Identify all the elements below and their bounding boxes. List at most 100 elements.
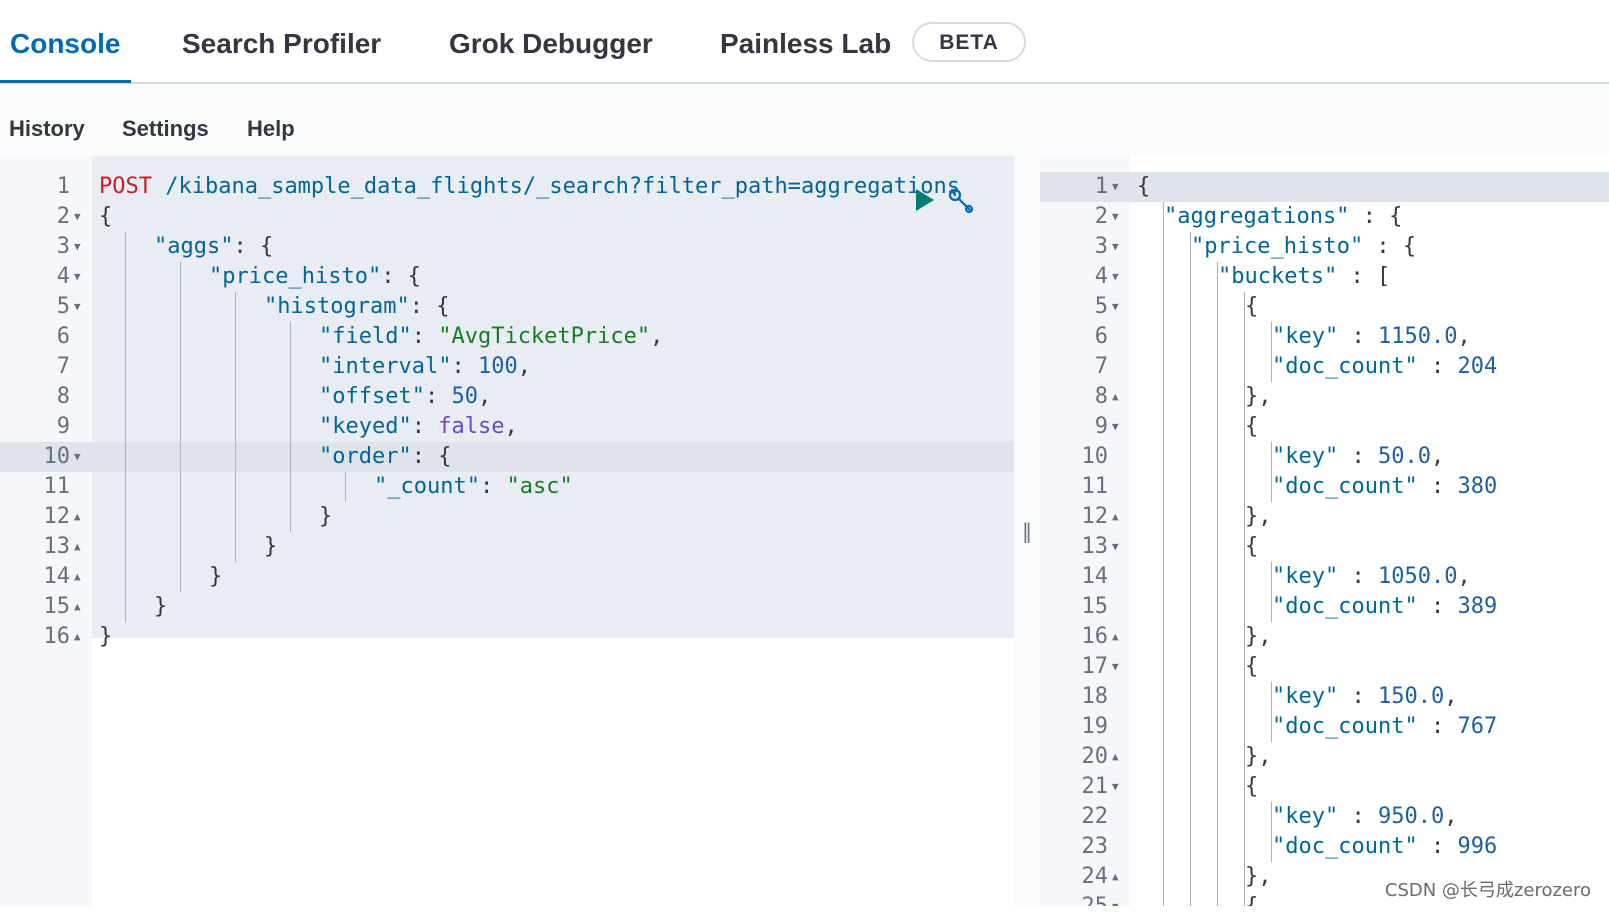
beta-badge: BETA (912, 22, 1026, 62)
fold-down-icon[interactable]: ▼ (1112, 232, 1119, 262)
code-token: : { (233, 234, 274, 259)
indent-guide (1163, 712, 1164, 742)
fold-up-icon[interactable]: ▲ (1112, 502, 1119, 532)
code-line: 4 ▼ "buckets" : [ (1040, 262, 1609, 292)
request-editor[interactable]: 1 POST /kibana_sample_data_flights/_searc… (0, 156, 1014, 906)
indent-guide (1163, 622, 1164, 652)
response-editor[interactable]: 1 ▼{2 ▼ "aggregations" : {3 ▼ "price_histo" :… (1040, 156, 1609, 906)
fold-down-icon[interactable]: ▼ (74, 262, 81, 292)
line-number: 2 (56, 204, 70, 229)
fold-up-icon[interactable]: ▲ (1112, 862, 1119, 892)
fold-down-icon[interactable]: ▼ (74, 202, 81, 232)
line-number: 4 (56, 264, 70, 289)
code-text: } (154, 592, 167, 622)
code-token: , (477, 384, 492, 409)
indent-guide (1190, 412, 1191, 442)
fold-up-icon[interactable]: ▲ (74, 562, 81, 592)
resize-handle-icon[interactable]: ‖ (1021, 518, 1033, 544)
fold-down-icon[interactable]: ▼ (74, 442, 81, 472)
fold-up-icon[interactable]: ▲ (1112, 382, 1119, 412)
fold-up-icon[interactable]: ▲ (74, 532, 81, 562)
indent-guide (125, 382, 126, 412)
code-token: }, (1245, 864, 1272, 889)
code-text: "price_histo" : { (1191, 232, 1416, 262)
fold-down-icon[interactable]: ▼ (1112, 412, 1119, 442)
tab-search-profiler[interactable]: Search Profiler (182, 0, 381, 84)
code-token: , (1444, 804, 1458, 829)
line-number: 11 (43, 474, 71, 499)
fold-down-icon[interactable]: ▼ (1112, 262, 1119, 292)
code-line: 13 ▲} (0, 532, 1014, 562)
code-token: "doc_count" (1272, 474, 1418, 499)
history-link[interactable]: History (9, 116, 85, 142)
pane-resizer[interactable]: ‖ (1014, 156, 1040, 906)
indent-guide (235, 352, 236, 382)
indent-guide (1244, 442, 1245, 472)
fold-down-icon[interactable]: ▼ (1112, 172, 1119, 202)
fold-down-icon[interactable]: ▼ (1112, 532, 1119, 562)
fold-down-icon[interactable]: ▼ (74, 292, 81, 322)
fold-up-icon[interactable]: ▲ (1112, 742, 1119, 772)
indent-guide (1190, 592, 1191, 622)
code-text: "doc_count" : 767 (1272, 712, 1497, 742)
code-line: 7 "doc_count" : 204 (1040, 352, 1609, 382)
line-number: 7 (1094, 354, 1108, 379)
play-icon[interactable] (916, 189, 934, 211)
indent-guide (1217, 742, 1218, 772)
code-text: { (1245, 892, 1258, 906)
indent-guide (235, 442, 236, 472)
code-line: 15 ▲} (0, 592, 1014, 622)
line-number: 16 (43, 624, 71, 649)
code-token: }, (1245, 744, 1272, 769)
fold-down-icon[interactable]: ▼ (1112, 892, 1119, 906)
code-line: 9 ▼ { (1040, 412, 1609, 442)
tab-bar: Console Search Profiler Grok Debugger Pa… (0, 0, 1609, 84)
tab-grok-debugger[interactable]: Grok Debugger (449, 0, 653, 84)
code-token: : { (1363, 234, 1417, 259)
line-number: 20 (1081, 744, 1109, 769)
line-number: 18 (1081, 684, 1109, 709)
code-token: "key" (1272, 564, 1339, 589)
code-token: }, (1245, 384, 1272, 409)
code-token: "offset" (319, 384, 425, 409)
fold-down-icon[interactable]: ▼ (1112, 772, 1119, 802)
code-text: POST /kibana_sample_data_flights/_search… (99, 172, 960, 202)
line-number: 5 (1094, 294, 1108, 319)
indent-guide (1190, 352, 1191, 382)
indent-guide (1163, 892, 1164, 906)
code-text: "histogram": { (264, 292, 449, 322)
response-code-lines: 1 ▼{2 ▼ "aggregations" : {3 ▼ "price_histo" :… (1040, 172, 1609, 906)
indent-guide (125, 562, 126, 592)
code-token: } (209, 564, 223, 589)
indent-guide (1244, 322, 1245, 352)
fold-down-icon[interactable]: ▼ (1112, 652, 1119, 682)
indent-guide (180, 442, 181, 472)
line-number: 8 (1094, 384, 1108, 409)
code-line: 17 ▼ { (1040, 652, 1609, 682)
fold-up-icon[interactable]: ▲ (1112, 622, 1119, 652)
console-menu: History Settings Help (0, 84, 1609, 156)
code-token: "price_histo" (209, 264, 382, 289)
fold-down-icon[interactable]: ▼ (1112, 202, 1119, 232)
fold-up-icon[interactable]: ▲ (74, 592, 81, 622)
line-number: 6 (56, 324, 70, 349)
fold-down-icon[interactable]: ▼ (74, 232, 81, 262)
wrench-icon[interactable] (946, 186, 976, 216)
code-text: "key" : 1150.0, (1272, 322, 1471, 352)
settings-link[interactable]: Settings (122, 116, 209, 142)
indent-guide (1190, 802, 1191, 832)
code-token: "doc_count" (1272, 834, 1418, 859)
fold-up-icon[interactable]: ▲ (74, 502, 81, 532)
indent-guide (180, 562, 181, 592)
code-token: 50.0 (1377, 444, 1431, 469)
indent-guide (125, 322, 126, 352)
fold-down-icon[interactable]: ▼ (1112, 292, 1119, 322)
help-link[interactable]: Help (247, 116, 295, 142)
tab-console[interactable]: Console (10, 0, 120, 84)
tab-painless-lab[interactable]: Painless Lab (720, 0, 891, 84)
fold-up-icon[interactable]: ▲ (74, 622, 81, 652)
request-code-lines: 1 POST /kibana_sample_data_flights/_searc… (0, 172, 1014, 652)
indent-guide (1244, 592, 1245, 622)
code-token: "_count" (374, 474, 480, 499)
indent-guide (1217, 772, 1218, 802)
